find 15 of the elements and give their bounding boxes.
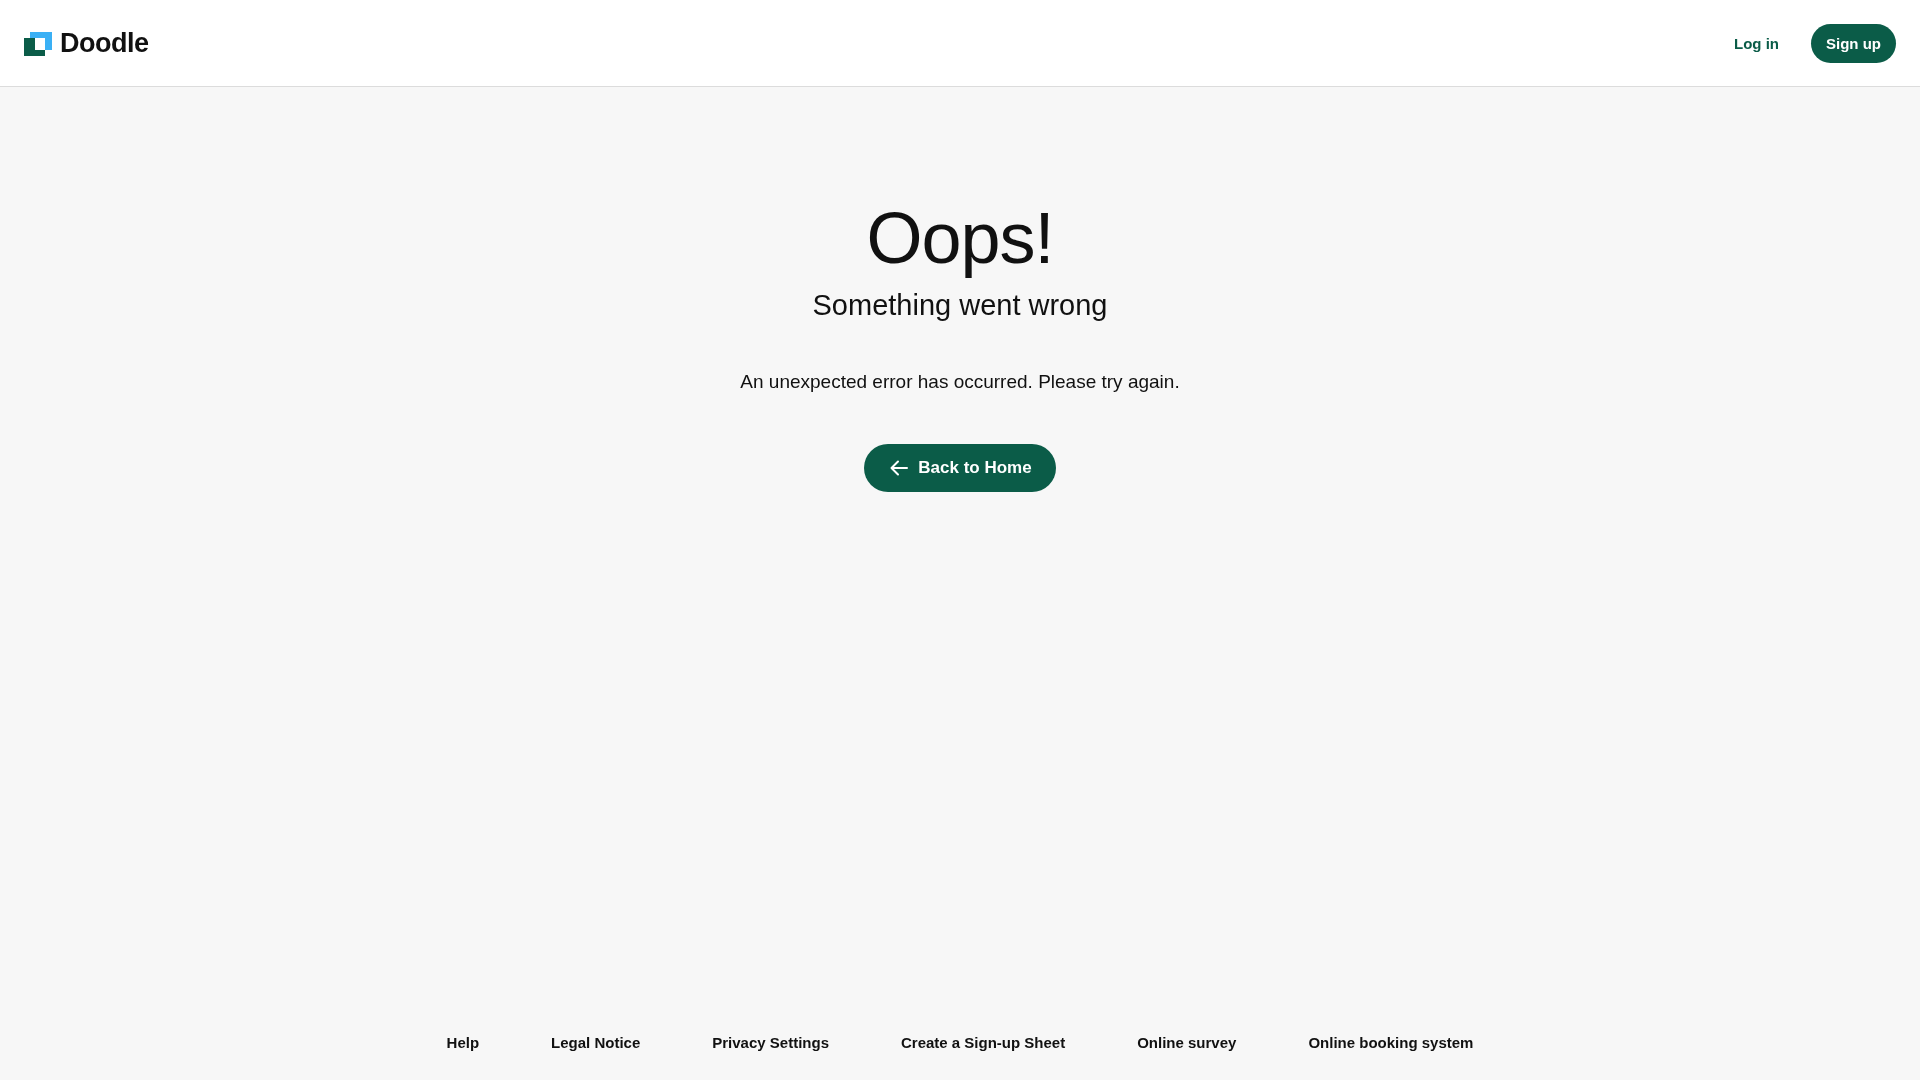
error-message: An unexpected error has occurred. Please try again. [740,370,1180,394]
log-in-link[interactable]: Log in [1734,34,1779,52]
error-subtitle: Something went wrong [812,288,1108,323]
footer-link[interactable]: Legal Notice [551,1033,641,1051]
logo-wordmark[interactable]: Doodle [60,30,149,57]
sign-up-button[interactable]: Sign up [1811,23,1896,63]
footer-link[interactable]: Online booking system [1308,1033,1474,1051]
footer-link[interactable]: Privacy Settings [712,1033,829,1051]
back-to-home-button[interactable]: Back to Home [864,443,1056,492]
logo-squares-icon[interactable] [24,31,52,56]
footer-link[interactable]: Online survey [1137,1033,1237,1051]
left-arrow-icon [890,459,909,476]
footer-link[interactable]: Help [446,1033,480,1051]
footer-link[interactable]: Create a Sign-up Sheet [901,1033,1066,1051]
error-title: Oops! [866,199,1054,279]
